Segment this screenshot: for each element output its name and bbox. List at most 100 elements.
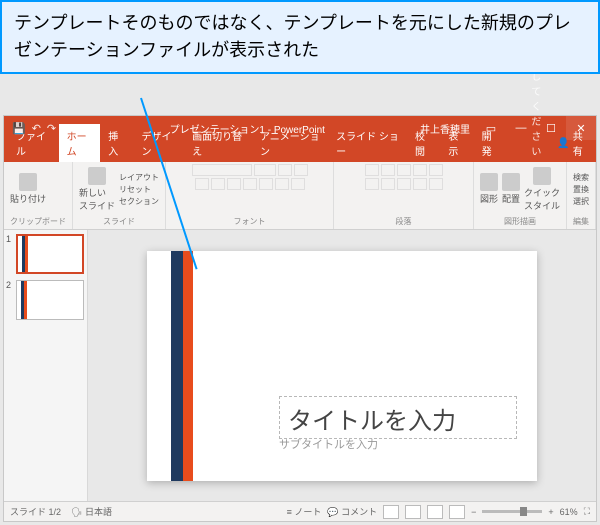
group-paragraph: 段落 — [334, 162, 474, 229]
group-clipboard: 貼り付け クリップボード — [4, 162, 73, 229]
share-button[interactable]: 👤 共有 — [549, 124, 596, 162]
arrange-button[interactable]: 配置 — [502, 173, 520, 205]
align-right-icon[interactable] — [397, 178, 411, 190]
italic-icon[interactable] — [211, 178, 225, 190]
reading-view-icon[interactable] — [427, 505, 443, 519]
zoom-in-button[interactable]: + — [548, 507, 553, 517]
subtitle-placeholder[interactable]: サブタイトルを入力 — [279, 436, 378, 452]
tab-transitions[interactable]: 画面切り替え — [184, 124, 252, 162]
align-center-icon[interactable] — [381, 178, 395, 190]
group-slides: 新しい スライド レイアウト リセット セクション スライド — [73, 162, 166, 229]
ribbon-content: 貼り付け クリップボード 新しい スライド レイアウト リセット セクション ス… — [4, 162, 596, 230]
callout-text: テンプレートそのものではなく、テンプレートを元にした新規のプレゼンテーションファ… — [14, 13, 571, 60]
clipboard-label: クリップボード — [10, 214, 66, 227]
drawing-label: 図形描画 — [480, 214, 560, 227]
title-placeholder[interactable]: タイトルを入力 — [279, 396, 517, 439]
slide-editor-area[interactable]: タイトルを入力 サブタイトルを入力 — [88, 230, 596, 501]
statusbar: スライド 1/2 🗣 日本語 ≡ ノート 💬 コメント − + 61% ⛶ — [4, 501, 596, 521]
shapes-icon — [480, 173, 498, 191]
font-size-select[interactable] — [254, 164, 276, 176]
slide-options: レイアウト リセット セクション — [119, 172, 159, 207]
bold-icon[interactable] — [195, 178, 209, 190]
tab-insert[interactable]: 挿入 — [100, 124, 133, 162]
zoom-slider[interactable] — [482, 510, 542, 513]
increase-font-icon[interactable] — [278, 164, 292, 176]
thumb-slide-preview — [16, 234, 84, 274]
thumbnail-2[interactable]: 2 — [8, 280, 83, 320]
thumb-accent — [22, 236, 28, 272]
thumb-number: 2 — [6, 280, 11, 290]
font-color-icon[interactable] — [291, 178, 305, 190]
undo-icon[interactable]: ↶ — [32, 122, 41, 135]
thumbnail-1[interactable]: 1 — [8, 234, 83, 274]
shadow-icon[interactable] — [243, 178, 257, 190]
share-icon: 👤 — [557, 138, 569, 149]
new-slide-icon — [88, 167, 106, 185]
fit-to-window-icon[interactable]: ⛶ — [584, 506, 590, 517]
select-button[interactable]: 選択 — [573, 196, 589, 207]
group-drawing: 図形 配置 クイック スタイル 図形描画 — [474, 162, 567, 229]
line-spacing-icon[interactable] — [429, 164, 443, 176]
numbering-icon[interactable] — [381, 164, 395, 176]
tab-slideshow[interactable]: スライド ショー — [328, 124, 407, 162]
notes-button[interactable]: ≡ ノート — [287, 505, 322, 518]
accent-bar-blue — [171, 251, 183, 481]
shapes-button[interactable]: 図形 — [480, 173, 498, 205]
subtitle-placeholder-text: サブタイトルを入力 — [279, 439, 378, 451]
find-button[interactable]: 検索 — [573, 172, 589, 183]
powerpoint-window: 💾 ↶ ↷ ▤ プレゼンテーション1 - PowerPoint 井上香穂里 ▭ … — [3, 115, 597, 522]
decrease-font-icon[interactable] — [294, 164, 308, 176]
normal-view-icon[interactable] — [383, 505, 399, 519]
save-icon[interactable]: 💾 — [12, 122, 26, 135]
zoom-out-button[interactable]: − — [471, 507, 476, 517]
annotation-callout: テンプレートそのものではなく、テンプレートを元にした新規のプレゼンテーションファ… — [0, 0, 600, 74]
slide-accent-bars — [171, 251, 193, 481]
quick-styles-button[interactable]: クイック スタイル — [524, 167, 560, 212]
title-placeholder-text: タイトルを入力 — [288, 401, 508, 436]
decrease-indent-icon[interactable] — [397, 164, 411, 176]
redo-icon[interactable]: ↷ — [47, 122, 56, 135]
font-family-select[interactable] — [192, 164, 252, 176]
paste-icon — [19, 173, 37, 191]
share-label: 共有 — [573, 128, 588, 158]
justify-icon[interactable] — [413, 178, 427, 190]
spacing-icon[interactable] — [275, 178, 289, 190]
tab-view[interactable]: 表示 — [440, 124, 473, 162]
zoom-level[interactable]: 61% — [560, 507, 578, 517]
replace-button[interactable]: 置換 — [573, 184, 589, 195]
editing-label: 編集 — [573, 214, 589, 227]
underline-icon[interactable] — [227, 178, 241, 190]
strike-icon[interactable] — [259, 178, 273, 190]
slide-canvas[interactable]: タイトルを入力 サブタイトルを入力 — [147, 251, 537, 481]
tab-review[interactable]: 校閲 — [407, 124, 440, 162]
thumb-number: 1 — [6, 234, 11, 244]
paste-button[interactable]: 貼り付け — [10, 173, 46, 205]
layout-button[interactable]: レイアウト — [119, 172, 159, 183]
tab-developer[interactable]: 開発 — [474, 124, 507, 162]
slides-label: スライド — [79, 214, 159, 227]
columns-icon[interactable] — [429, 178, 443, 190]
tab-animations[interactable]: アニメーション — [252, 124, 328, 162]
align-left-icon[interactable] — [365, 178, 379, 190]
language-indicator[interactable]: 🗣 日本語 — [71, 505, 112, 518]
ribbon-tabs: ファイル ホーム 挿入 デザイン 画面切り替え アニメーション スライド ショー… — [4, 140, 596, 162]
quick-styles-icon — [533, 167, 551, 185]
comments-button[interactable]: 💬 コメント — [327, 505, 377, 518]
group-editing: 検索 置換 選択 編集 — [567, 162, 596, 229]
workspace: 1 2 タイトルを入力 サブタイトルを入力 — [4, 230, 596, 501]
thumb-slide-preview — [16, 280, 84, 320]
thumb-accent — [21, 281, 27, 319]
group-font: フォント — [166, 162, 334, 229]
font-label: フォント — [172, 214, 327, 227]
slide-sorter-view-icon[interactable] — [405, 505, 421, 519]
start-from-beginning-icon[interactable]: ▤ — [62, 122, 72, 135]
bullets-icon[interactable] — [365, 164, 379, 176]
slideshow-view-icon[interactable] — [449, 505, 465, 519]
reset-button[interactable]: リセット — [119, 184, 159, 195]
new-slide-button[interactable]: 新しい スライド — [79, 167, 115, 212]
slide-indicator[interactable]: スライド 1/2 — [10, 505, 61, 518]
increase-indent-icon[interactable] — [413, 164, 427, 176]
section-button[interactable]: セクション — [119, 196, 159, 207]
accent-bar-red — [183, 251, 193, 481]
arrange-icon — [502, 173, 520, 191]
